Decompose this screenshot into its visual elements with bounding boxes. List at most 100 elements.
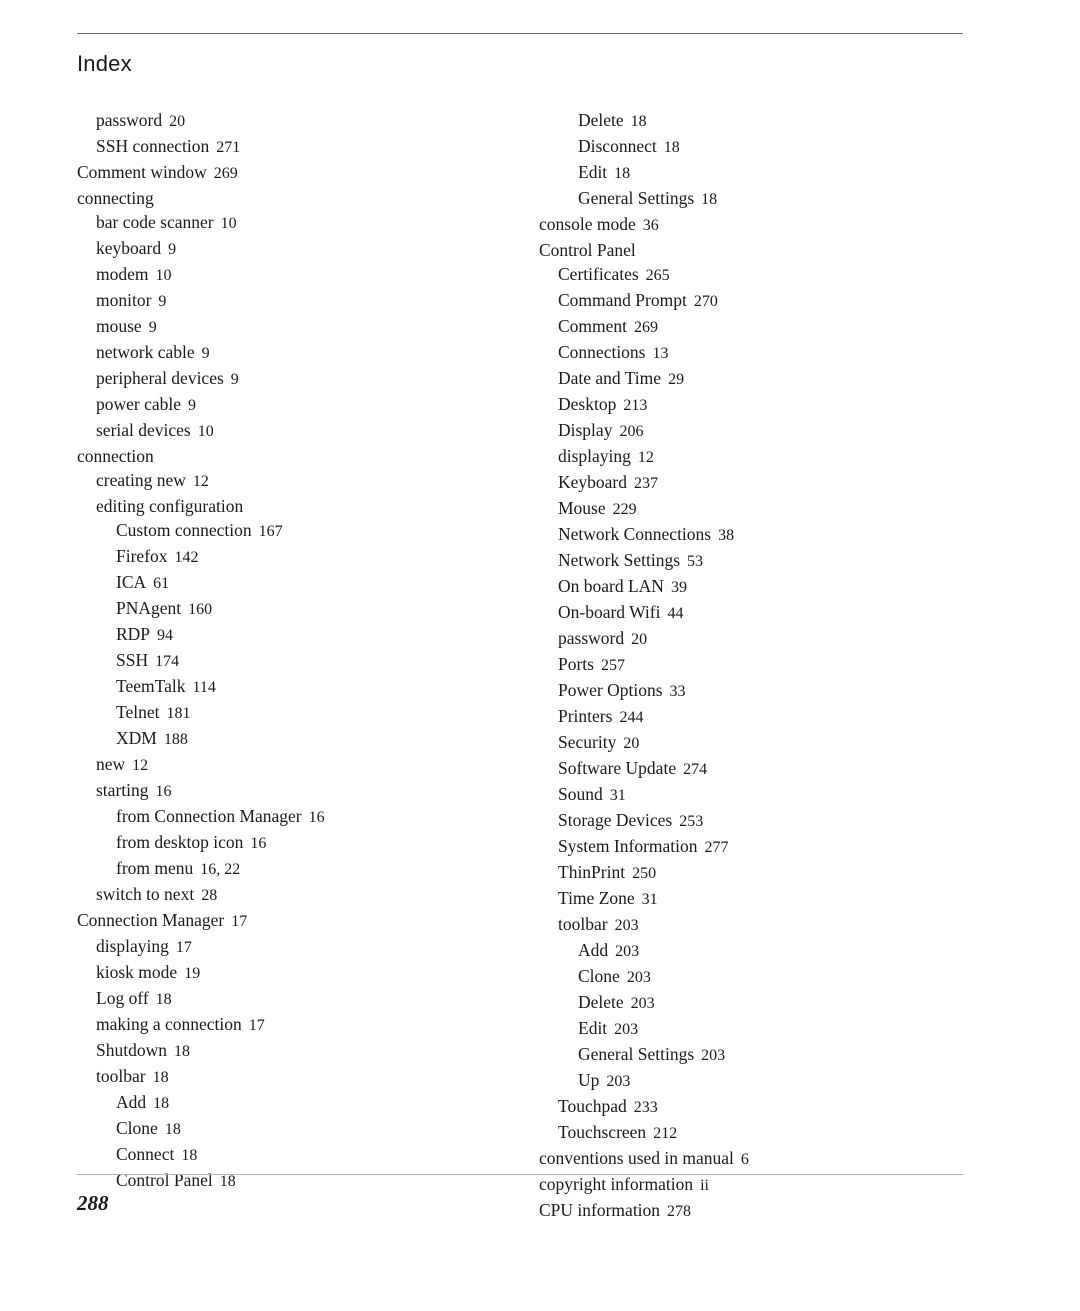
index-entry: Control Panel 18 <box>77 1168 517 1194</box>
index-entry-pages: 253 <box>679 813 704 830</box>
index-entry: Clone 18 <box>77 1116 517 1142</box>
index-entry: conventions used in manual 6 <box>539 1146 999 1172</box>
index-entry: Custom connection 167 <box>77 518 517 544</box>
index-entry-term: Time Zone <box>558 888 635 908</box>
index-entry-pages: 20 <box>631 631 648 648</box>
index-entry: kiosk mode 19 <box>77 960 517 986</box>
index-entry-pages: 39 <box>670 579 687 596</box>
index-entry-term: ThinPrint <box>558 862 626 882</box>
index-entry-term: Network Settings <box>558 550 681 570</box>
index-entry: Firefox 142 <box>77 544 517 570</box>
index-entry-term: CPU information <box>539 1200 661 1220</box>
index-entry-pages: 278 <box>667 1203 692 1220</box>
index-entry: SSH 174 <box>77 648 517 674</box>
index-entry: Clone 203 <box>539 964 999 990</box>
index-entry: editing configuration <box>77 494 517 518</box>
index-entry: monitor 9 <box>77 288 517 314</box>
index-entry-pages: 31 <box>641 891 658 908</box>
index-entry: peripheral devices 9 <box>77 366 517 392</box>
index-entry: Log off 18 <box>77 986 517 1012</box>
index-entry: Software Update 274 <box>539 756 999 782</box>
index-entry-pages: 203 <box>615 943 640 960</box>
index-entry-pages: 274 <box>683 761 708 778</box>
index-entry: Time Zone 31 <box>539 886 999 912</box>
index-entry-term: displaying <box>96 936 169 956</box>
index-entry: Add 203 <box>539 938 999 964</box>
index-entry-term: Add <box>578 940 609 960</box>
index-entry: bar code scanner 10 <box>77 210 517 236</box>
index-entry: Add 18 <box>77 1090 517 1116</box>
index-entry-pages: 203 <box>630 995 655 1012</box>
index-entry: PNAgent 160 <box>77 596 517 622</box>
index-entry-term: peripheral devices <box>96 368 224 388</box>
index-entry-term: bar code scanner <box>96 212 214 232</box>
index-entry-term: Keyboard <box>558 472 628 492</box>
index-entry: Comment window 269 <box>77 160 517 186</box>
index-entry: connecting <box>77 186 517 210</box>
index-entry-pages: 142 <box>174 549 199 566</box>
index-entry-term: Edit <box>578 1018 608 1038</box>
index-entry-term: starting <box>96 780 149 800</box>
index-entry-term: switch to next <box>96 884 195 904</box>
index-entry: displaying 12 <box>539 444 999 470</box>
index-entry: starting 16 <box>77 778 517 804</box>
index-entry-pages: 13 <box>652 345 669 362</box>
index-entry-pages: 9 <box>148 319 157 336</box>
index-entry-term: Delete <box>578 110 624 130</box>
index-entry-pages: 9 <box>158 293 167 310</box>
index-entry: General Settings 203 <box>539 1042 999 1068</box>
index-entry-term: Edit <box>578 162 608 182</box>
index-entry-pages: 203 <box>701 1047 726 1064</box>
index-entry: General Settings 18 <box>539 186 999 212</box>
index-entry: creating new 12 <box>77 468 517 494</box>
index-entry-term: Storage Devices <box>558 810 673 830</box>
index-entry-pages: 203 <box>614 1021 639 1038</box>
index-entry: network cable 9 <box>77 340 517 366</box>
index-entry-pages: 44 <box>667 605 684 622</box>
index-entry: Storage Devices 253 <box>539 808 999 834</box>
index-entry-pages: 16 <box>308 809 325 826</box>
index-entry-pages: 38 <box>718 527 735 544</box>
index-entry-pages: 12 <box>192 473 209 490</box>
index-entry-term: RDP <box>116 624 151 644</box>
index-entry: Delete 18 <box>539 108 999 134</box>
index-entry-term: creating new <box>96 470 186 490</box>
index-entry-term: Sound <box>558 784 603 804</box>
index-entry-term: Software Update <box>558 758 677 778</box>
index-entry-term: Firefox <box>116 546 168 566</box>
index-entry-pages: 6 <box>740 1151 749 1168</box>
index-entry-term: Connections <box>558 342 646 362</box>
index-entry-pages: 61 <box>153 575 170 592</box>
index-entry-term: Certificates <box>558 264 639 284</box>
index-entry-term: monitor <box>96 290 152 310</box>
index-entry: copyright information ii <box>539 1172 999 1198</box>
index-entry: Desktop 213 <box>539 392 999 418</box>
index-entry-term: SSH connection <box>96 136 210 156</box>
index-entry-pages: 203 <box>614 917 639 934</box>
index-entry: Date and Time 29 <box>539 366 999 392</box>
index-entry: TeemTalk 114 <box>77 674 517 700</box>
index-entry-pages: 277 <box>704 839 729 856</box>
index-entry-term: Comment <box>558 316 628 336</box>
index-entry: from Connection Manager 16 <box>77 804 517 830</box>
index-entry: Display 206 <box>539 418 999 444</box>
index-entry-pages: 269 <box>634 319 659 336</box>
index-entry-term: serial devices <box>96 420 191 440</box>
index-entry-pages: 17 <box>248 1017 265 1034</box>
index-entry-term: Desktop <box>558 394 617 414</box>
index-entry-pages: 9 <box>230 371 239 388</box>
index-entry-pages: 94 <box>157 627 174 644</box>
index-entry: Delete 203 <box>539 990 999 1016</box>
index-entry-term: PNAgent <box>116 598 182 618</box>
index-entry-term: Shutdown <box>96 1040 167 1060</box>
index-entry: Edit 18 <box>539 160 999 186</box>
index-entry-pages: 12 <box>132 757 149 774</box>
index-entry-term: Up <box>578 1070 600 1090</box>
index-entry-term: Connect <box>116 1144 175 1164</box>
index-entry: Command Prompt 270 <box>539 288 999 314</box>
index-entry: connection <box>77 444 517 468</box>
index-entry-term: Add <box>116 1092 147 1112</box>
index-entry-term: Clone <box>578 966 620 986</box>
index-entry-pages: 18 <box>155 991 172 1008</box>
index-entry-pages: 269 <box>213 165 238 182</box>
